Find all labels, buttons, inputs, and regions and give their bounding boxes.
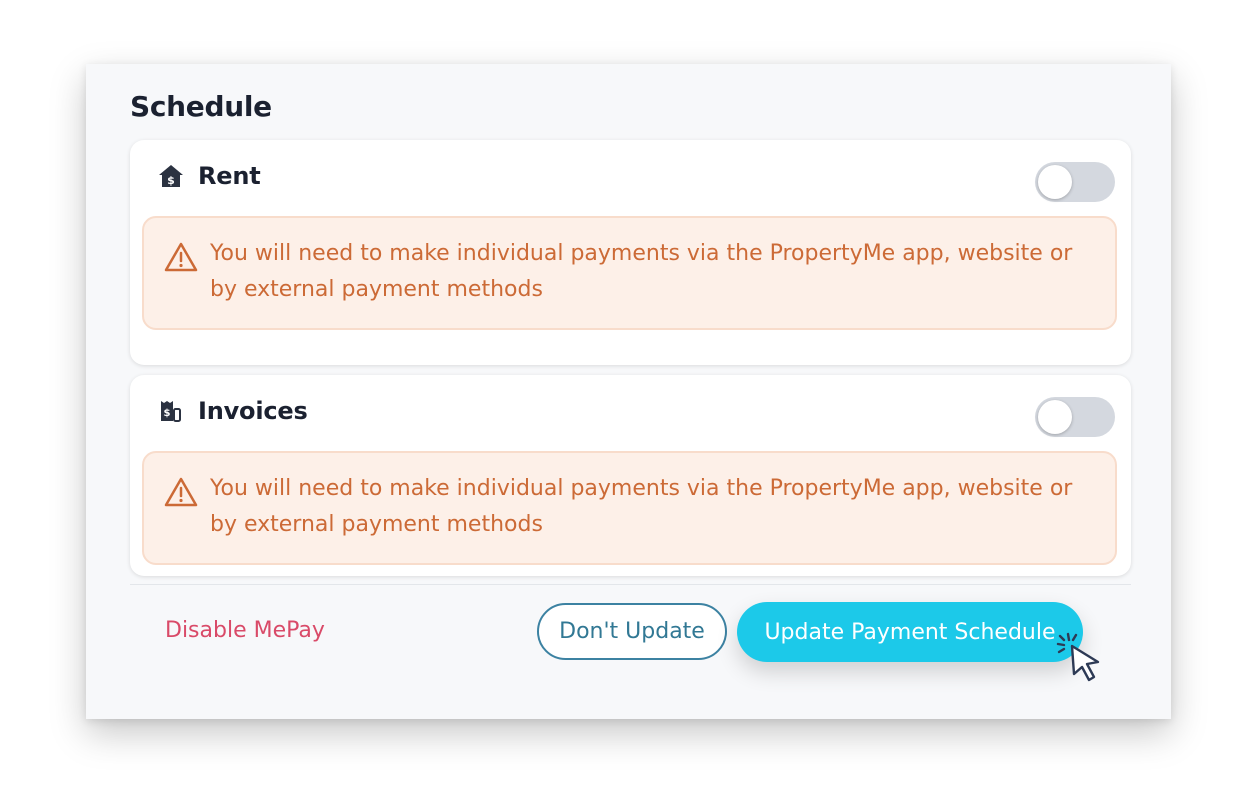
rent-card: $ Rent You will need to make individual … — [130, 140, 1131, 365]
schedule-panel: Schedule $ Rent You will need to make in… — [86, 64, 1171, 719]
warning-icon — [164, 477, 198, 519]
update-payment-schedule-button[interactable]: Update Payment Schedule — [737, 602, 1083, 662]
footer-divider — [130, 584, 1131, 585]
invoices-toggle[interactable] — [1035, 397, 1115, 437]
svg-text:$: $ — [164, 408, 171, 419]
rent-header: $ Rent — [158, 162, 261, 190]
page-title: Schedule — [130, 90, 272, 123]
disable-mepay-link[interactable]: Disable MePay — [165, 618, 325, 643]
toggle-knob — [1038, 165, 1072, 199]
invoice-dollar-icon: $ — [158, 398, 184, 424]
invoices-warning-text: You will need to make individual payment… — [210, 476, 1073, 537]
toggle-knob — [1038, 400, 1072, 434]
invoices-label: Invoices — [198, 397, 308, 425]
rent-toggle[interactable] — [1035, 162, 1115, 202]
pointer-cursor-icon — [1056, 632, 1116, 696]
invoices-warning: You will need to make individual payment… — [142, 451, 1117, 565]
rent-warning: You will need to make individual payment… — [142, 216, 1117, 330]
dont-update-button[interactable]: Don't Update — [537, 603, 727, 660]
svg-text:$: $ — [167, 174, 175, 187]
invoices-header: $ Invoices — [158, 397, 308, 425]
invoices-card: $ Invoices You will need to make individ… — [130, 375, 1131, 576]
rent-warning-text: You will need to make individual payment… — [210, 241, 1073, 302]
house-dollar-icon: $ — [158, 163, 184, 189]
warning-icon — [164, 242, 198, 284]
rent-label: Rent — [198, 162, 261, 190]
